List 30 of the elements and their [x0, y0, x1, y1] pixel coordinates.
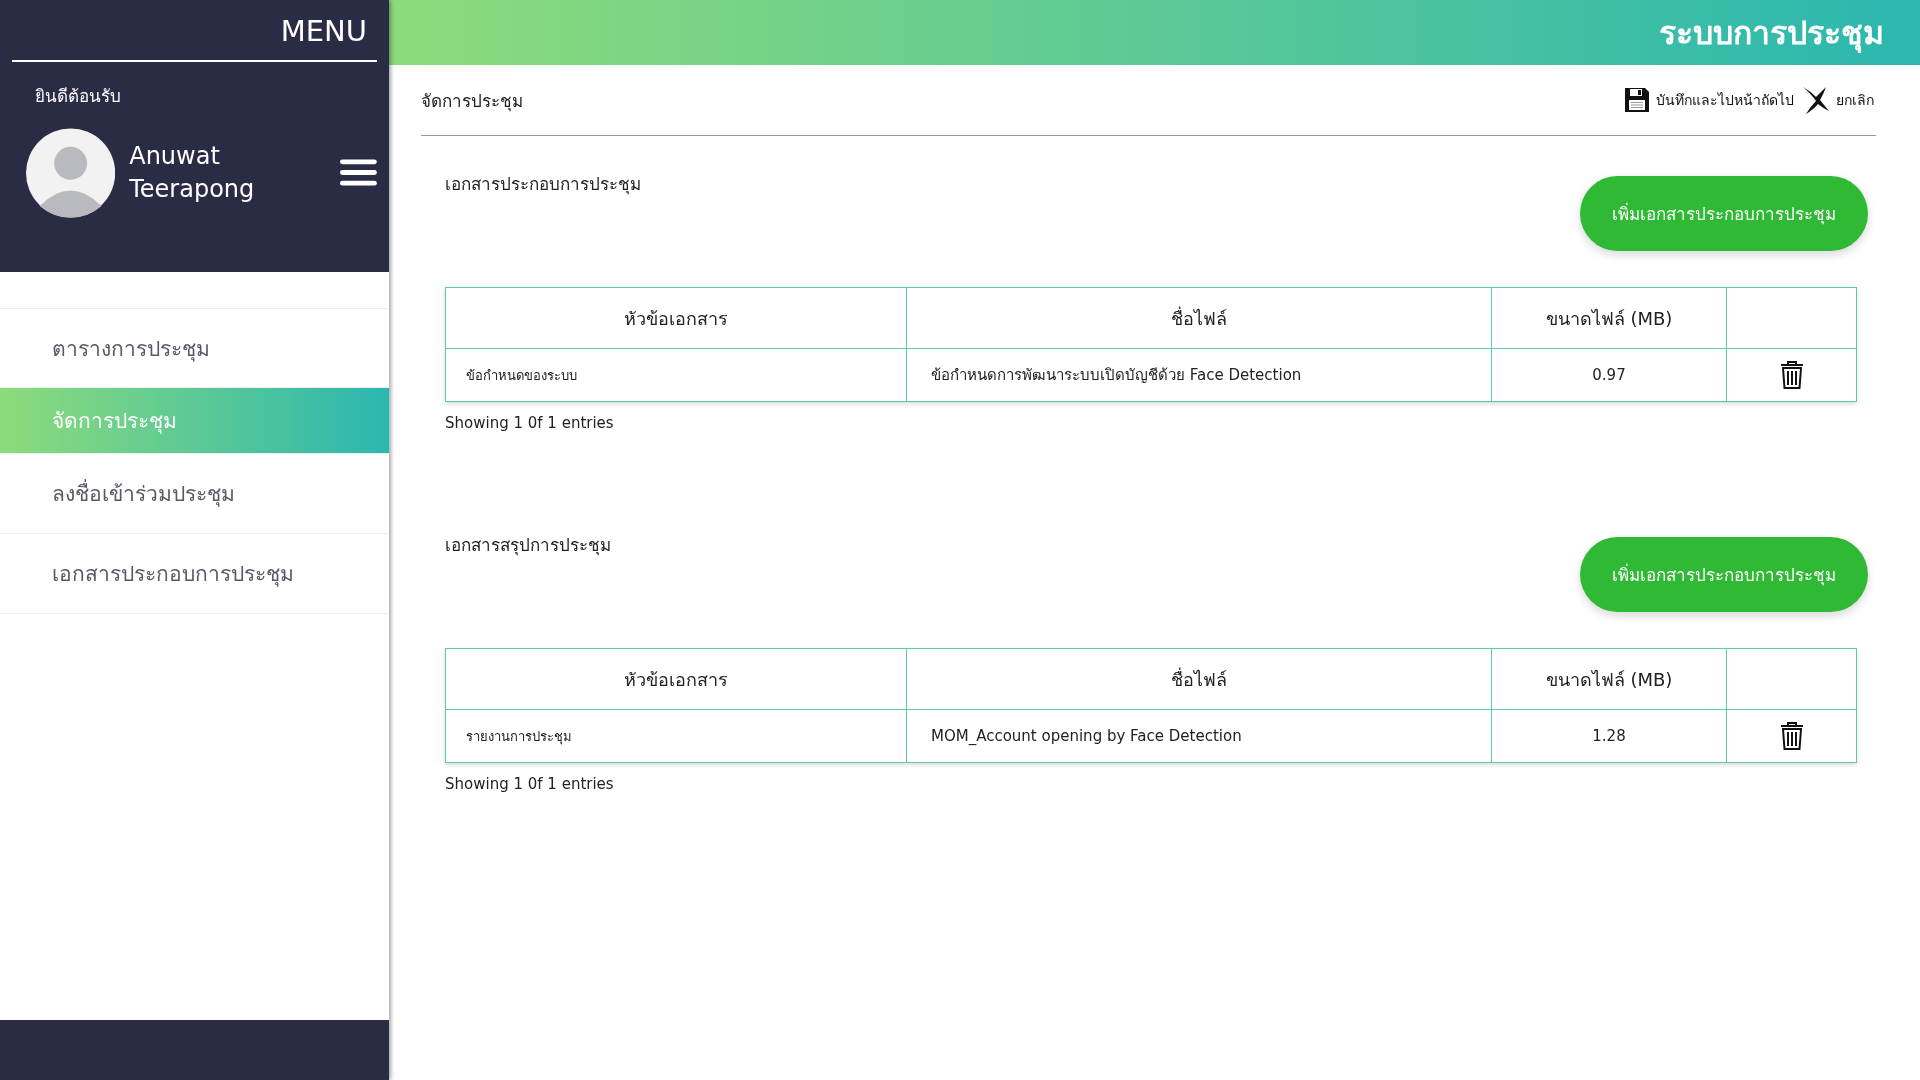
user-name: Anuwat Teerapong: [129, 141, 256, 205]
table-cell: 0.97: [1491, 348, 1727, 402]
column-header: ชื่อไฟล์: [906, 648, 1492, 710]
menu-icon[interactable]: [340, 159, 377, 187]
welcome-text: ยินดีต้อนรับ: [35, 85, 122, 108]
breadcrumb: จัดการประชุม: [421, 89, 523, 114]
column-header: ชื่อไฟล์: [906, 287, 1492, 349]
table-cell: MOM_Account opening by Face Detection: [906, 709, 1492, 763]
column-header: ขนาดไฟล์ (MB): [1491, 287, 1727, 349]
cancel-button[interactable]: ยกเลิก: [1834, 89, 1876, 111]
table-cell: 1.28: [1491, 709, 1727, 763]
trash-icon[interactable]: [1779, 722, 1804, 750]
column-header: หัวข้อเอกสาร: [445, 287, 907, 349]
entries-count: Showing 1 0f 1 entries: [445, 414, 615, 432]
section-title: เอกสารสรุปการประชุม: [445, 534, 611, 558]
entries-count: Showing 1 0f 1 entries: [445, 775, 615, 793]
sidebar-item[interactable]: ลงชื่อเข้าร่วมประชุม: [0, 454, 389, 534]
section-title: เอกสารประกอบการประชุม: [445, 173, 641, 197]
table-cell: ข้อกำหนดของระบบ: [445, 348, 907, 402]
trash-icon[interactable]: [1779, 361, 1804, 389]
table-cell: รายงานการประชุม: [445, 709, 907, 763]
save-and-next-button[interactable]: บันทึกและไปหน้าถัดไป: [1654, 89, 1796, 111]
column-header: หัวข้อเอกสาร: [445, 648, 907, 710]
save-icon[interactable]: [1624, 87, 1650, 113]
menu-title: MENU: [12, 14, 377, 62]
app-title: ระบบการประชุม: [1659, 13, 1884, 55]
table-cell: ข้อกำหนดการพัฒนาระบบเปิดบัญชีด้วย Face Detection: [906, 348, 1492, 402]
column-header: ขนาดไฟล์ (MB): [1491, 648, 1727, 710]
sidebar-item[interactable]: เอกสารประกอบการประชุม: [0, 534, 389, 614]
avatar-icon: [26, 127, 116, 219]
